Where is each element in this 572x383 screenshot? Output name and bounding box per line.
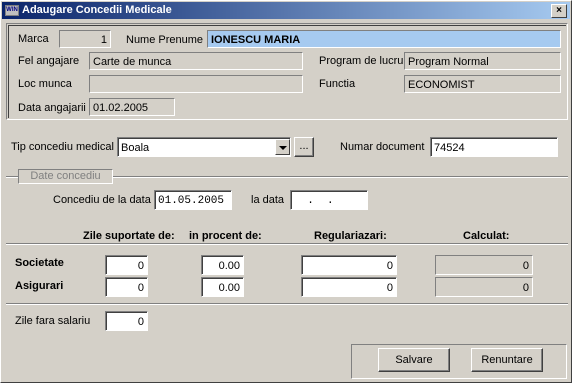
zile-fara-salariu-label: Zile fara salariu [15, 315, 91, 327]
col-zile-header: Zile suportate de: [83, 230, 175, 242]
functia-field[interactable]: ECONOMIST [404, 75, 561, 93]
date-concediu-caption: Date concediu [18, 169, 113, 184]
marca-field[interactable]: 1 [59, 30, 111, 48]
close-icon[interactable]: × [551, 4, 567, 18]
grid-divider-bottom [6, 303, 568, 305]
chevron-down-icon[interactable] [275, 139, 290, 155]
concediu-from-input[interactable]: 01.05.2005 [154, 190, 232, 210]
numar-document-input[interactable]: 74524 [430, 137, 558, 157]
tip-concediu-select[interactable]: Boala [117, 137, 291, 157]
fel-angajare-label: Fel angajare [18, 55, 80, 67]
app-icon[interactable]: WIN [5, 5, 19, 16]
dialog-window: WIN Adaugare Concedii Medicale × Marca 1… [0, 0, 572, 383]
data-angajarii-field[interactable]: 01.02.2005 [89, 98, 175, 116]
numar-document-label: Numar document [340, 141, 425, 153]
grid-divider-top [6, 243, 568, 245]
asigurari-regul-input[interactable]: 0 [301, 277, 397, 297]
tip-concediu-label: Tip concediu medical [11, 141, 114, 153]
nume-prenume-label: Nume Prenume [126, 34, 204, 46]
fel-angajare-field[interactable]: Carte de munca [89, 52, 303, 70]
societate-zile-input[interactable]: 0 [105, 255, 148, 275]
societate-procent-input[interactable]: 0.00 [201, 255, 244, 275]
zile-fara-salariu-input[interactable]: 0 [105, 311, 148, 331]
window-title: Adaugare Concedii Medicale [22, 4, 172, 16]
col-regul-header: Regulariazari: [314, 230, 387, 242]
concediu-to-input[interactable]: . . [290, 190, 368, 210]
title-bar[interactable]: WIN Adaugare Concedii Medicale × [2, 2, 570, 19]
asigurari-calculat-field: 0 [435, 277, 533, 297]
societate-regul-input[interactable]: 0 [301, 255, 397, 275]
loc-munca-label: Loc munca [18, 78, 72, 90]
col-calculat-header: Calculat: [463, 230, 510, 242]
asigurari-procent-input[interactable]: 0.00 [201, 277, 244, 297]
asigurari-label: Asigurari [15, 280, 64, 292]
data-angajarii-label: Data angajarii [18, 102, 86, 114]
lookup-button[interactable]: ... [294, 137, 314, 157]
functia-label: Functia [319, 78, 356, 90]
societate-label: Societate [15, 257, 64, 269]
nume-prenume-field[interactable]: IONESCU MARIA [207, 30, 561, 48]
marca-label: Marca [18, 33, 49, 45]
save-button[interactable]: Salvare [378, 348, 450, 372]
col-procent-header: in procent de: [189, 230, 262, 242]
asigurari-zile-input[interactable]: 0 [105, 277, 148, 297]
program-lucru-label: Program de lucru [319, 55, 404, 67]
concediu-to-label: la data [251, 194, 285, 206]
concediu-from-label: Concediu de la data [53, 194, 151, 206]
loc-munca-field[interactable] [89, 75, 303, 93]
societate-calculat-field: 0 [435, 255, 533, 275]
cancel-button[interactable]: Renuntare [471, 348, 543, 372]
program-lucru-field[interactable]: Program Normal [404, 52, 561, 70]
